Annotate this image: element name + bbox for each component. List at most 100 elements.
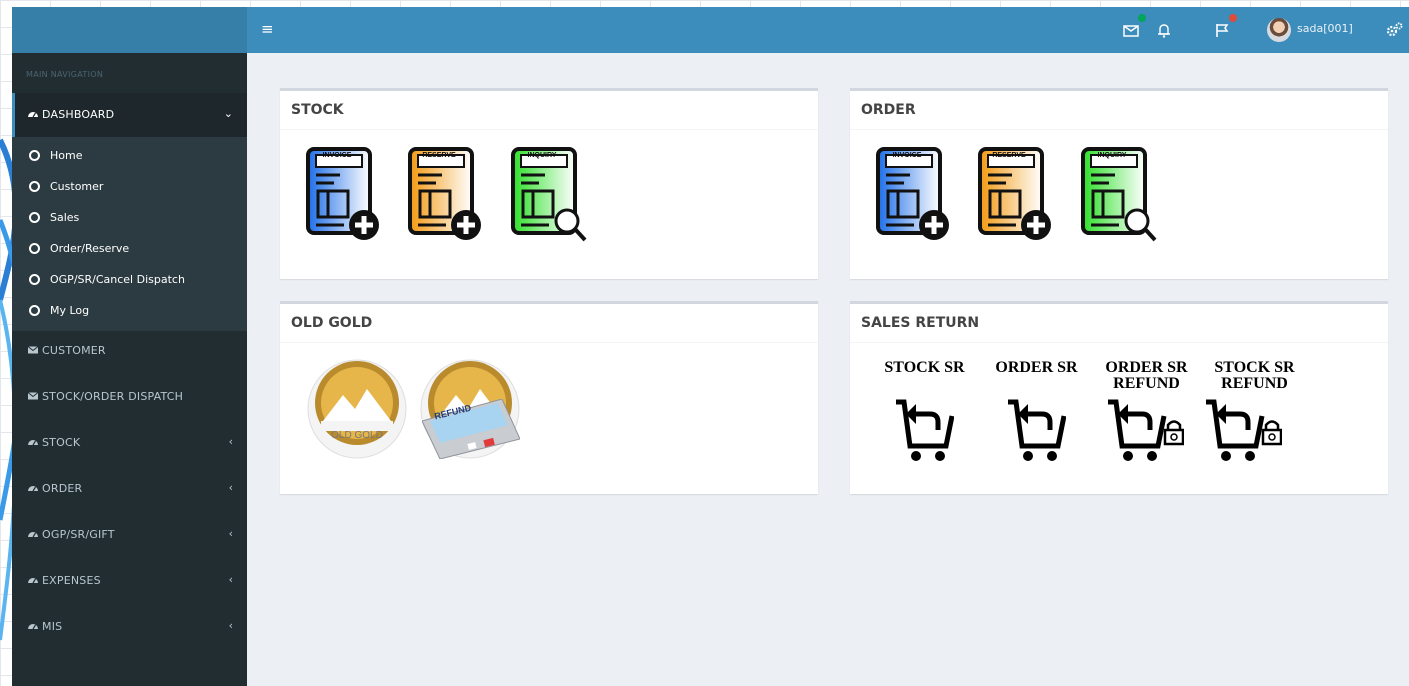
stock-reserve-button[interactable]: RESERVE	[406, 145, 486, 245]
box-title: ORDER	[861, 102, 916, 118]
box-title: SALES RETURN	[861, 315, 980, 331]
sidebar-item-order[interactable]: ORDER ‹	[12, 467, 247, 511]
tasks-button[interactable]	[1210, 14, 1237, 42]
order-box: ORDER INVOICE RESERVE INQUIRY	[850, 88, 1388, 279]
dashboard-icon	[28, 486, 38, 492]
old-gold-label: OLD GOLD	[331, 430, 383, 441]
order-sr-refund-button[interactable]: ORDER SR REFUND	[1094, 360, 1199, 470]
envelope-icon	[27, 392, 39, 400]
sidebar-item-label: STOCK/ORDER DISPATCH	[42, 390, 184, 403]
bell-icon	[1158, 24, 1170, 38]
settings-button[interactable]	[1382, 18, 1406, 42]
doc-tag: RESERVE	[992, 152, 1026, 159]
circle-icon	[29, 181, 40, 192]
box-divider	[280, 129, 818, 130]
order-reserve-button[interactable]: RESERVE	[976, 145, 1056, 245]
stock-sr-refund-button[interactable]: STOCK SR REFUND	[1202, 360, 1307, 470]
sidebar-item-stock[interactable]: STOCK ‹	[12, 421, 247, 465]
inquiry-search-icon	[1081, 147, 1157, 242]
sidebar-item-stock-order-dispatch[interactable]: STOCK/ORDER DISPATCH	[12, 375, 247, 419]
doc-tag: INQUIRY	[527, 152, 557, 159]
logo-area	[12, 7, 247, 53]
stock-sr-button[interactable]: STOCK SR	[872, 360, 977, 470]
top-navbar: ≡ sada[001]	[12, 7, 1409, 53]
chevron-left-icon: ‹	[228, 573, 233, 586]
submenu-item-order-reserve[interactable]: Order/Reserve	[12, 234, 247, 265]
sidebar-toggle-button[interactable]: ≡	[261, 19, 275, 39]
cart-return-icon	[896, 399, 954, 461]
stock-invoice-button[interactable]: INVOICE	[304, 145, 384, 245]
box-divider	[280, 342, 818, 343]
box-title: STOCK	[291, 102, 344, 118]
sidebar-item-label: OGP/SR/GIFT	[42, 528, 115, 541]
dashboard-submenu: Home Customer Sales Order/Reserve OGP/SR…	[12, 137, 247, 331]
sidebar-item-label: ORDER	[42, 482, 83, 495]
sidebar-item-ogp-sr-gift[interactable]: OGP/SR/GIFT ‹	[12, 513, 247, 557]
chevron-left-icon: ‹	[228, 527, 233, 540]
chevron-down-icon: ⌄	[223, 107, 233, 120]
sidebar-item-label: CUSTOMER	[42, 344, 106, 357]
dashboard-icon	[28, 624, 38, 630]
order-inquiry-button[interactable]: INQUIRY	[1079, 145, 1159, 245]
submenu-item-customer[interactable]: Customer	[12, 172, 247, 203]
messages-button[interactable]	[1119, 14, 1146, 42]
sidebar: MAIN NAVIGATION DASHBOARD ⌄ Home Custome…	[12, 53, 247, 686]
doc-tag: INVOICE	[892, 152, 922, 159]
stock-inquiry-button[interactable]: INQUIRY	[509, 145, 589, 245]
sr-label-line1: ORDER SR	[1105, 359, 1188, 376]
box-divider	[850, 129, 1388, 130]
reserve-add-icon	[408, 147, 481, 240]
sidebar-item-mis[interactable]: MIS ‹	[12, 605, 247, 649]
sidebar-item-label: STOCK	[42, 436, 81, 449]
old-gold-box: OLD GOLD OLD GOLD REFUND	[280, 301, 818, 494]
submenu-item-ogp-sr-cancel-dispatch[interactable]: OGP/SR/Cancel Dispatch	[12, 265, 247, 296]
sr-label-line2: REFUND	[1221, 375, 1288, 392]
chevron-left-icon: ‹	[228, 619, 233, 632]
doc-tag: INQUIRY	[1097, 152, 1127, 159]
tasks-badge	[1229, 14, 1237, 22]
user-name: sada[001]	[1297, 22, 1353, 35]
dashboard-icon	[28, 440, 38, 446]
sidebar-item-expenses[interactable]: EXPENSES ‹	[12, 559, 247, 603]
stock-box: STOCK INVOICE RESERVE INQUIRY	[280, 88, 818, 279]
sidebar-item-label: MIS	[42, 620, 63, 633]
sr-label-line1: STOCK SR	[1214, 359, 1295, 376]
sidebar-item-dashboard[interactable]: DASHBOARD ⌄	[12, 93, 247, 137]
cart-return-icon	[1008, 399, 1066, 461]
sr-label: STOCK SR REFUND	[1202, 360, 1307, 392]
submenu-item-sales[interactable]: Sales	[12, 203, 247, 234]
submenu-item-my-log[interactable]: My Log	[12, 296, 247, 327]
submenu-label: Sales	[50, 211, 80, 224]
sr-label-line1: ORDER SR	[995, 359, 1078, 376]
app-window: ≡ sada[001] MAIN NAVIGATION DASHBOARD ⌄ …	[12, 7, 1409, 686]
messages-badge	[1138, 14, 1146, 22]
circle-icon	[29, 243, 40, 254]
dashboard-icon	[28, 112, 38, 118]
sidebar-header: MAIN NAVIGATION	[26, 70, 104, 79]
old-gold-coin-icon	[307, 359, 407, 459]
circle-icon	[29, 274, 40, 285]
sidebar-item-customer[interactable]: CUSTOMER	[12, 329, 247, 373]
chevron-left-icon: ‹	[228, 481, 233, 494]
notifications-button[interactable]	[1152, 18, 1176, 42]
envelope-icon	[27, 346, 39, 354]
gears-icon	[1386, 22, 1403, 37]
old-gold-refund-button[interactable]: REFUND	[420, 359, 520, 459]
submenu-label: Customer	[50, 180, 104, 193]
sr-label: ORDER SR	[984, 360, 1089, 376]
box-title: OLD GOLD	[291, 315, 373, 331]
old-gold-button[interactable]: OLD GOLD	[307, 359, 407, 459]
submenu-item-home[interactable]: Home	[12, 141, 247, 172]
doc-tag: RESERVE	[422, 152, 456, 159]
order-invoice-button[interactable]: INVOICE	[874, 145, 954, 245]
order-sr-button[interactable]: ORDER SR	[984, 360, 1089, 470]
chevron-left-icon: ‹	[228, 435, 233, 448]
cart-return-lock-icon	[1206, 399, 1282, 461]
circle-icon	[29, 150, 40, 161]
sr-label: ORDER SR REFUND	[1094, 360, 1199, 392]
sales-return-box: SALES RETURN STOCK SR ORDER SR ORDER SR …	[850, 301, 1388, 494]
submenu-label: Home	[50, 149, 83, 162]
circle-icon	[29, 212, 40, 223]
submenu-label: OGP/SR/Cancel Dispatch	[50, 273, 185, 286]
sr-label: STOCK SR	[872, 360, 977, 376]
